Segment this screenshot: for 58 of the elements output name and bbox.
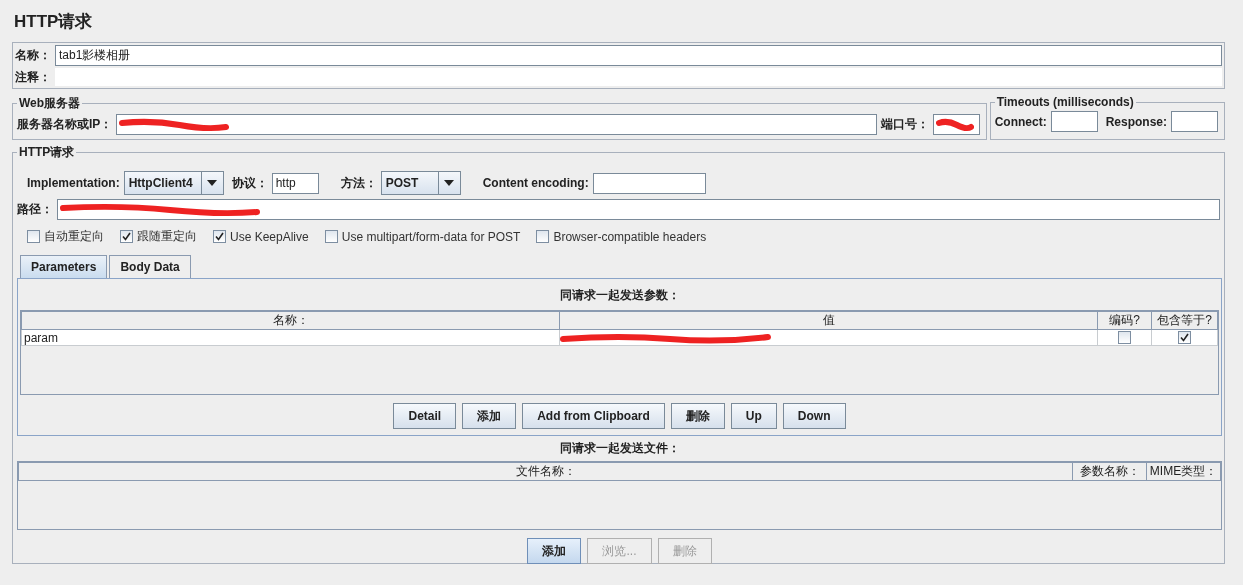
section-heading: 同请求一起发送文件： [559, 440, 680, 457]
field-label: 注释： [15, 68, 51, 86]
checkbox[interactable] [324, 230, 338, 243]
checkbox[interactable] [536, 230, 550, 243]
field-label: 名称： [15, 47, 51, 64]
checkbox-label: Use multipart/form-data for POST [341, 229, 521, 244]
implementation-dropdown[interactable]: HttpClient4 [123, 171, 224, 195]
tab[interactable]: Body Data [109, 255, 191, 278]
checkbox[interactable] [27, 230, 40, 243]
group-legend: Web服务器 [17, 95, 83, 112]
field-label: Implementation: [27, 176, 120, 190]
checkbox[interactable] [120, 230, 133, 243]
column-header: 包含等于? [1151, 311, 1218, 330]
path-field[interactable] [57, 199, 1220, 220]
checkbox-label: 自动重定向 [44, 228, 104, 245]
field-label: Content encoding: [482, 176, 589, 190]
protocol-field[interactable]: http [271, 172, 319, 194]
column-header: 参数名称： [1072, 462, 1147, 481]
response-field[interactable] [1171, 111, 1218, 132]
section-heading: 同请求一起发送参数： [559, 287, 680, 304]
checkbox[interactable] [1118, 331, 1131, 344]
port-field[interactable] [932, 114, 980, 135]
action-button[interactable]: 删除 [670, 403, 725, 429]
action-button[interactable]: Down [782, 403, 846, 429]
server-field[interactable] [116, 114, 877, 135]
field-label: 端口号： [880, 116, 929, 133]
action-button[interactable]: Detail [393, 403, 457, 429]
name-field[interactable]: tab1影楼相册 [55, 45, 1222, 66]
field-label: 路径： [17, 201, 53, 218]
tab[interactable]: Parameters [20, 255, 108, 278]
column-header: MIME类型： [1146, 462, 1221, 481]
action-button[interactable]: Add from Clipboard [522, 403, 665, 429]
column-header: 名称： [21, 311, 560, 330]
group-legend: Timeouts (milliseconds) [994, 95, 1136, 109]
action-button[interactable]: 添加 [462, 403, 517, 429]
checkbox-label: Browser-compatible headers [553, 229, 707, 244]
method-dropdown[interactable]: POST [380, 171, 461, 195]
field-label: Response: [1105, 114, 1167, 129]
caret-icon [444, 180, 455, 186]
table-cell: param [21, 329, 560, 346]
checkbox-label: Use KeepAlive [230, 229, 309, 244]
page-title: HTTP请求 [14, 11, 93, 33]
caret-icon [207, 180, 218, 186]
column-header: 文件名称： [18, 462, 1073, 481]
field-label: Connect: [994, 114, 1047, 129]
checkbox[interactable] [1178, 331, 1191, 344]
action-button[interactable]: Up [730, 403, 777, 429]
column-header: 值 [559, 311, 1098, 330]
group-legend: HTTP请求 [17, 144, 77, 161]
encoding-field[interactable] [592, 172, 706, 194]
field-label: 协议： [231, 174, 268, 192]
field-label: 服务器名称或IP： [17, 116, 113, 133]
column-header: 编码? [1097, 311, 1152, 330]
action-button[interactable]: 添加 [527, 538, 582, 564]
field-label: 方法： [340, 174, 377, 192]
connect-field[interactable] [1050, 111, 1098, 132]
checkbox[interactable] [213, 230, 226, 243]
checkbox-label: 跟随重定向 [137, 228, 197, 245]
